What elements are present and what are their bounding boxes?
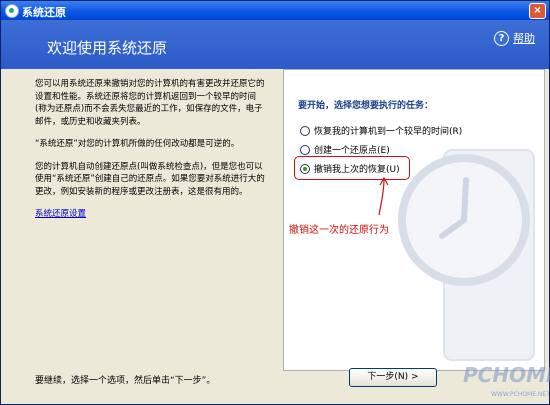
close-button[interactable]: × <box>529 3 546 19</box>
intro-paragraph-2: “系统还原”对您的计算机所做的任何改动都是可逆的。 <box>35 139 240 149</box>
title-bar[interactable]: 系统还原 × <box>1 1 549 20</box>
window-title: 系统还原 <box>22 6 66 19</box>
system-restore-window: 系统还原 × 欢迎使用系统还原 ? 帮助 您可以用系统还原来撤销对您的计算机的有害… <box>0 0 550 405</box>
system-restore-settings-link[interactable]: 系统还原设置 <box>35 209 86 219</box>
intro-paragraph-1: 您可以用系统还原来撤销对您的计算机的有害更改并还原它的设置和性能。系统还原将您的… <box>35 79 265 127</box>
help-icon[interactable]: ? <box>494 30 509 46</box>
annotation-text: 撤销这一次的还原行为 <box>289 225 389 236</box>
next-button[interactable]: 下一步(N) > <box>349 368 437 387</box>
help-button[interactable]: ? 帮助 <box>494 30 535 46</box>
intro-paragraph-3: 您的计算机自动创建还原点(叫做系统检查点)，但是您也可以使用“系统还原”创建自己… <box>35 161 265 197</box>
header-banner: 欢迎使用系统还原 ? 帮助 <box>1 20 549 69</box>
task-panel: 要开始，选择您想要执行的任务： 恢复我的计算机到一个较早的时间(R) 创建一个还… <box>283 69 545 371</box>
intro-panel: 您可以用系统还原来撤销对您的计算机的有害更改并还原它的设置和性能。系统还原将您的… <box>35 78 265 221</box>
watermark-url: WWW.PCHOME.NET <box>491 391 550 398</box>
footer-hint: 要继续，选择一个选项，然后单击“下一步”。 <box>35 376 216 386</box>
annotation-arrow-icon <box>378 176 389 216</box>
watermark-logo: PCHOME <box>463 363 550 387</box>
help-label[interactable]: 帮助 <box>513 32 535 45</box>
system-restore-icon <box>5 4 19 18</box>
page-title: 欢迎使用系统还原 <box>47 39 168 57</box>
